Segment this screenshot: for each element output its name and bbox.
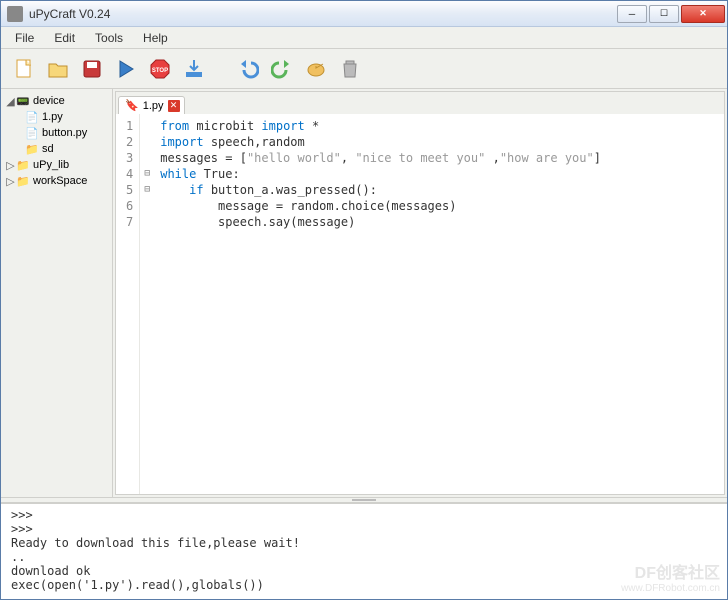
tab-active[interactable]: 🔖 1.py ✕: [118, 96, 185, 114]
folder-icon: 📁: [16, 174, 30, 188]
redo-button[interactable]: [269, 56, 295, 82]
close-tab-icon[interactable]: ✕: [168, 100, 180, 112]
folder-icon: 📁: [25, 142, 39, 156]
maximize-button[interactable]: ☐: [649, 5, 679, 23]
new-file-button[interactable]: [11, 56, 37, 82]
tab-label: 1.py: [143, 100, 164, 112]
tree-file[interactable]: 📄button.py: [1, 125, 112, 141]
menu-help[interactable]: Help: [133, 29, 178, 47]
app-icon: [7, 6, 23, 22]
line-gutter: 1234567: [116, 114, 140, 494]
tree-device[interactable]: ◢📟device: [1, 93, 112, 109]
tree-folder[interactable]: 📁sd: [1, 141, 112, 157]
save-button[interactable]: [79, 56, 105, 82]
tree-upylib[interactable]: ▷📁uPy_lib: [1, 157, 112, 173]
tree-workspace[interactable]: ▷📁workSpace: [1, 173, 112, 189]
device-icon: 📟: [16, 94, 30, 108]
close-button[interactable]: ✕: [681, 5, 725, 23]
clear-button[interactable]: [337, 56, 363, 82]
open-file-button[interactable]: [45, 56, 71, 82]
titlebar: uPyCraft V0.24 ─ ☐ ✕: [1, 1, 727, 27]
download-button[interactable]: [181, 56, 207, 82]
minimize-button[interactable]: ─: [617, 5, 647, 23]
tree-file[interactable]: 📄1.py: [1, 109, 112, 125]
folder-icon: 📁: [16, 158, 30, 172]
menu-file[interactable]: File: [5, 29, 44, 47]
menubar: File Edit Tools Help: [1, 27, 727, 49]
file-icon: 📄: [25, 126, 39, 140]
file-icon: 📄: [25, 110, 39, 124]
file-tree: ◢📟device 📄1.py 📄button.py 📁sd ▷📁uPy_lib …: [1, 89, 113, 497]
menu-edit[interactable]: Edit: [44, 29, 85, 47]
menu-tools[interactable]: Tools: [85, 29, 133, 47]
run-button[interactable]: [113, 56, 139, 82]
code-lines[interactable]: from microbit import *import speech,rand…: [154, 114, 607, 494]
code-area[interactable]: 1234567 ⊟⊟ from microbit import *import …: [116, 114, 724, 494]
editor-tabs: 🔖 1.py ✕: [116, 92, 724, 114]
expand-icon[interactable]: ▷: [5, 176, 16, 187]
collapse-icon[interactable]: ◢: [5, 96, 16, 107]
console[interactable]: >>> >>> Ready to download this file,plea…: [1, 503, 727, 599]
file-icon: 🔖: [125, 99, 139, 112]
stop-button[interactable]: STOP: [147, 56, 173, 82]
toolbar: STOP: [1, 49, 727, 89]
window-title: uPyCraft V0.24: [29, 7, 617, 21]
editor: 🔖 1.py ✕ 1234567 ⊟⊟ from microbit import…: [115, 91, 725, 495]
fold-column: ⊟⊟: [140, 114, 154, 494]
undo-button[interactable]: [235, 56, 261, 82]
svg-text:STOP: STOP: [152, 68, 168, 74]
expand-icon[interactable]: ▷: [5, 160, 16, 171]
syntax-check-button[interactable]: [303, 56, 329, 82]
